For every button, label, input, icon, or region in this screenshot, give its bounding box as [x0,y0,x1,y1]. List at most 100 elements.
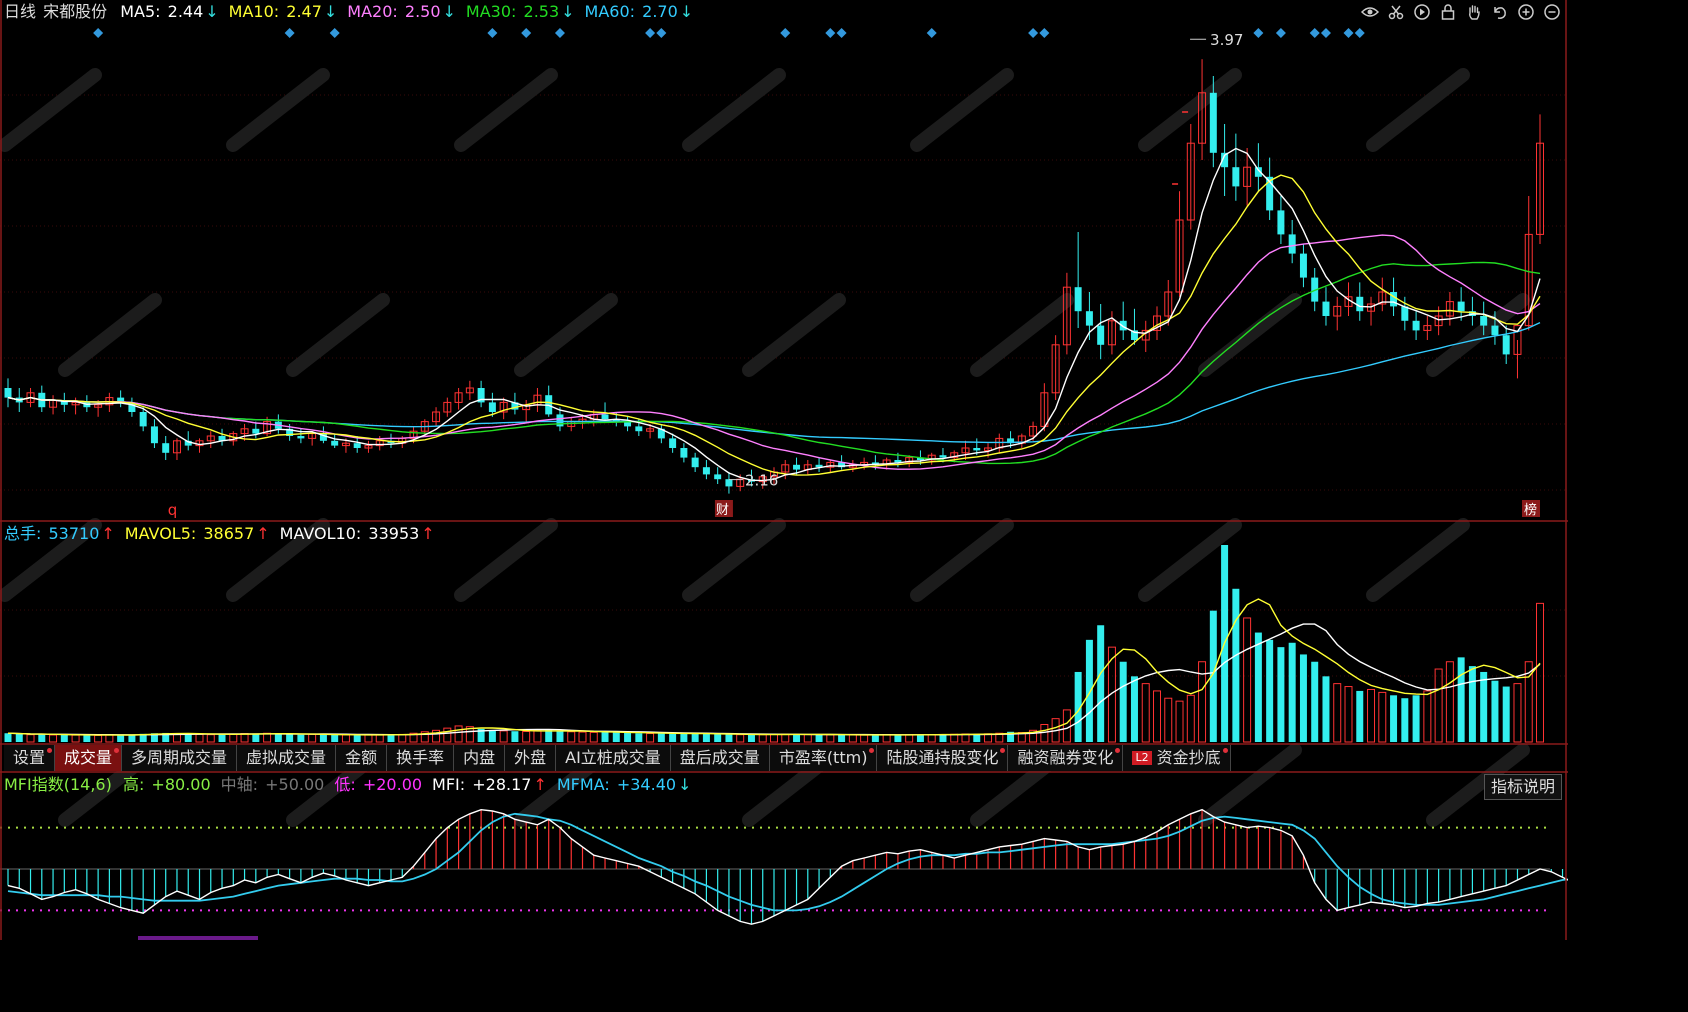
candle-body [1412,320,1420,331]
volume-bar [793,734,801,742]
mfi-item-label: MFMA: [556,775,610,794]
volume-bar [353,735,361,742]
candle-body [1491,325,1499,336]
mfi-item-label: 中轴: [220,775,259,794]
eye-icon[interactable] [1360,2,1380,22]
tab-3[interactable]: 虚拟成交量 [237,745,337,771]
tab-5[interactable]: 换手率 [387,745,455,771]
volume-bar [1141,683,1150,743]
tab-11[interactable]: 陆股通持股变化 [877,745,1009,771]
volume-bar [860,734,869,743]
tab-label: 内盘 [463,748,496,767]
vol-item-label: 总手: [4,524,42,543]
mavol10-line [7,623,1541,736]
volume-bar [1085,639,1093,742]
mfi-item-label: MFI: [432,775,466,794]
volume-bar [1367,688,1376,743]
volume-bar [83,735,91,742]
volume-bar [770,733,778,743]
volume-bar [747,734,755,742]
volume-bar [624,732,632,742]
signal-diamond-icon [656,28,667,38]
volume-panel-header: 总手: 53710 ↑ MAVOL5: 38657 ↑ MAVOL10: 33953 ↑ [4,522,447,546]
volume-bars [4,545,1544,743]
zoom-out-icon[interactable] [1542,2,1562,22]
volume-bar [49,734,58,743]
volume-bar [1333,683,1342,743]
volume-bar [331,734,339,742]
candle-body [702,467,710,475]
ma10-line [7,174,1541,476]
volume-bar [815,734,823,742]
vol-item-label: MAVOL5: [124,524,197,543]
volume-bar [691,733,699,742]
ma-item-value: 2.44 [162,2,204,21]
volume-bar [1434,668,1443,743]
tab-9[interactable]: 盘后成交量 [670,745,770,771]
volume-bar [1445,661,1454,743]
tab-12[interactable]: 融资融券变化 [1008,745,1124,771]
undo-icon[interactable] [1490,2,1510,22]
candle-body [1299,253,1307,278]
volume-bar [1243,617,1252,743]
volume-bar [950,733,959,743]
candle-body [353,443,361,448]
play-icon[interactable] [1412,2,1432,22]
volume-bar [443,727,452,743]
candle-body [1209,92,1217,153]
watermark [910,68,1014,152]
candle-body [1457,301,1465,312]
trend-arrow-icon: ↓ [442,2,456,21]
vol-item-value: 53710 [43,524,100,543]
candle-body [1074,287,1082,312]
tab-13[interactable]: L2 资金抄底 [1123,745,1231,771]
hand-icon[interactable] [1464,2,1484,22]
vol-item-label: MAVOL10: [279,524,362,543]
kline-chart[interactable]: 3.97 2.16 财 榜 q [0,0,1568,940]
ma-item-value: 2.70 [637,2,678,21]
tab-label: 成交量 [64,748,113,767]
scissors-icon[interactable] [1386,2,1406,22]
candle-body [691,457,699,468]
signal-diamond-icon [1275,28,1286,38]
volume-bar [1288,642,1296,742]
volume-bar [725,734,733,742]
volume-bar [94,734,103,743]
volume-bar [4,733,12,742]
volume-bar [319,734,327,742]
tab-2[interactable]: 多周期成交量 [122,745,238,771]
ma-item-label: MA30: [465,2,517,21]
trend-arrow-icon: ↑ [101,524,115,543]
tab-0[interactable]: 设置 [4,745,56,771]
mfi-title[interactable]: MFI指数(14,6) [4,775,112,794]
zoom-in-icon[interactable] [1516,2,1536,22]
tab-dot-icon [47,748,53,753]
q-marker-label: q [168,501,178,519]
candle-body [601,414,609,420]
mfi-indicator [0,808,1568,925]
volume-bar [1401,698,1409,742]
lock-icon[interactable] [1438,2,1458,22]
candle-body [1502,335,1510,355]
tab-4[interactable]: 金额 [336,745,388,771]
candle-body [1356,296,1364,312]
candle-body [1288,234,1296,254]
tab-7[interactable]: 外盘 [505,745,557,771]
period-label[interactable]: 日线 [4,2,36,21]
tab-1[interactable]: 成交量 [55,745,123,771]
ma-item-label: MA20: [347,2,398,21]
signal-diamond-icon [1309,28,1320,38]
volume-bar [927,734,936,743]
indicator-explain-button[interactable]: 指标说明 [1483,774,1562,800]
moving-average-lines [7,147,1541,482]
candle-body [635,426,643,432]
ma-item-value: 2.50 [399,2,441,21]
tab-8[interactable]: AI立桩成交量 [556,745,671,771]
tab-10[interactable]: 市盈率(ttm) [769,745,878,771]
watermark [454,518,558,602]
tab-6[interactable]: 内盘 [454,745,506,771]
volume-bar [589,731,598,743]
mfi-item-3: MFI: +28.17 ↑ [432,775,549,794]
volume-bar [511,731,519,742]
ma-item-value: 2.47 [281,2,322,21]
